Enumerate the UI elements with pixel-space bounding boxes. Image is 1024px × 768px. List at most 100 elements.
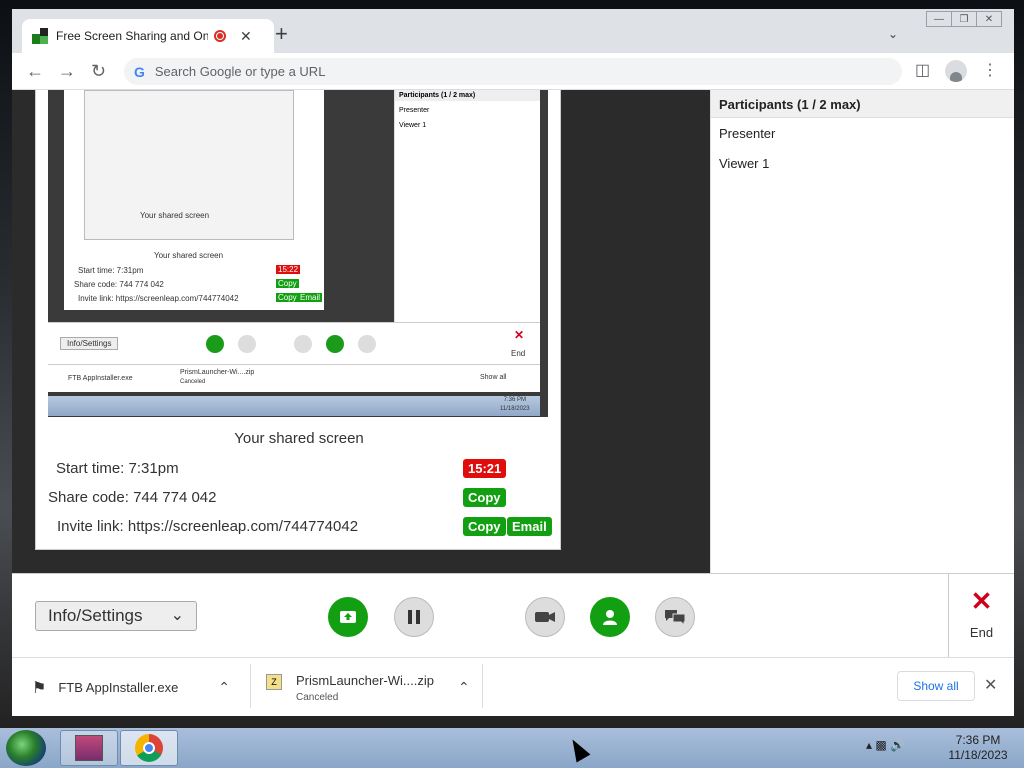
upload-screen-icon xyxy=(340,611,356,623)
preview-download-2: PrismLauncher-Wi....zip xyxy=(180,369,255,376)
download-separator xyxy=(250,664,251,708)
download-status: Canceled xyxy=(296,691,339,703)
ftb-app-icon: ⚑ xyxy=(32,679,47,697)
preview-participant-viewer: Viewer 1 xyxy=(399,122,427,129)
preview-share-icon xyxy=(206,335,224,353)
chat-bubbles-icon xyxy=(665,610,686,626)
reload-icon[interactable]: ↻ xyxy=(91,61,106,82)
email-invite-link-button[interactable]: Email xyxy=(507,517,552,536)
preview-pause-icon xyxy=(238,335,256,353)
taskbar-clock[interactable]: 7:36 PM 11/18/2023 xyxy=(936,733,1020,763)
preview-inner-label: Your shared screen xyxy=(140,211,210,220)
preview-start-time: Start time: 7:31pm xyxy=(78,266,144,275)
participants-header: Participants (1 / 2 max) xyxy=(711,90,1014,118)
preview-invite: Invite link: https://screenleap.com/7447… xyxy=(78,294,239,303)
clock-time: 7:36 PM xyxy=(955,733,1001,747)
zip-file-icon: Z xyxy=(266,673,282,690)
preview-taskbar: 7:36 PM 11/18/2023 xyxy=(48,396,540,416)
preview-info-settings: Info/Settings xyxy=(60,337,119,350)
share-screen-button[interactable] xyxy=(328,597,368,637)
taskbar-winrar-button[interactable] xyxy=(60,730,118,766)
invite-link-label: Invite link: xyxy=(57,518,124,535)
preview-copy-button-2: Copy xyxy=(276,293,299,302)
chevron-up-icon[interactable]: ⌃ xyxy=(218,679,230,696)
info-settings-label: Info/Settings xyxy=(48,606,143,625)
downloads-bar: ⚑ FTB AppInstaller.exe ⌃ Z PrismLauncher… xyxy=(12,657,1014,716)
preview-nested-window: Your shared screen Your shared screen St… xyxy=(64,90,324,310)
download-item-ftb[interactable]: ⚑ FTB AppInstaller.exe ⌃ xyxy=(32,658,230,716)
recording-indicator-icon xyxy=(214,30,226,42)
system-tray-icons[interactable]: ▴ ▩ 🔊 xyxy=(866,738,905,752)
copy-share-code-button[interactable]: Copy xyxy=(463,488,506,507)
chat-button[interactable] xyxy=(655,597,695,637)
preview-download-2-status: Canceled xyxy=(180,379,206,385)
browser-toolbar: ← → ↻ G Search Google or type a URL ◫ ⋮ xyxy=(12,53,1014,90)
close-window-button[interactable]: ✕ xyxy=(976,11,1002,27)
recursive-screen-preview: Your shared screen Your shared screen St… xyxy=(48,90,548,417)
preview-participants-panel: Participants (1 / 2 max) Presenter Viewe… xyxy=(394,90,540,322)
shared-screen-label: Your shared screen xyxy=(234,430,364,447)
tab-search-chevron-icon[interactable]: ⌄ xyxy=(888,27,898,41)
restore-button[interactable]: ❐ xyxy=(951,11,977,27)
preview-end-label: End xyxy=(511,349,526,358)
minimize-button[interactable]: — xyxy=(926,11,952,27)
clock-date: 11/18/2023 xyxy=(948,748,1008,762)
share-code-label: Share code: xyxy=(48,489,129,506)
winrar-icon xyxy=(75,735,103,761)
new-tab-button[interactable]: + xyxy=(275,23,288,45)
tab-close-icon[interactable]: ✕ xyxy=(240,28,252,45)
preview-control-bar: Info/Settings ✕ End xyxy=(48,322,540,364)
close-downloads-icon[interactable]: ✕ xyxy=(984,675,997,695)
screenleap-favicon-icon xyxy=(32,28,48,44)
profile-avatar[interactable] xyxy=(945,60,967,82)
side-panel-icon[interactable]: ◫ xyxy=(915,60,930,80)
omnibox[interactable]: G Search Google or type a URL xyxy=(124,58,902,85)
forward-icon[interactable]: → xyxy=(58,61,76,82)
info-settings-dropdown[interactable]: Info/Settings ⌄ xyxy=(35,601,197,631)
end-close-icon: ✕ xyxy=(970,586,993,616)
session-timer-badge: 15:21 xyxy=(463,459,507,478)
show-all-button[interactable]: Show all xyxy=(897,671,975,701)
download-name: PrismLauncher-Wi....zip xyxy=(296,672,434,688)
invite-link-row: Invite link: https://screenleap.com/7447… xyxy=(57,518,358,535)
copy-invite-link-button[interactable]: Copy xyxy=(463,517,506,536)
windows-taskbar: ▴ ▩ 🔊 7:36 PM 11/18/2023 xyxy=(0,728,1024,768)
tab-screenleap[interactable]: Free Screen Sharing and Online Meetings … xyxy=(22,19,274,53)
start-button[interactable] xyxy=(6,730,46,766)
preview-participant-icon xyxy=(326,335,344,353)
session-control-bar: Info/Settings ⌄ ✕ End xyxy=(12,573,1014,658)
browser-window: Free Screen Sharing and Online Meetings … xyxy=(12,9,1014,716)
camera-button[interactable] xyxy=(525,597,565,637)
pause-icon xyxy=(408,610,420,624)
invite-link-value: https://screenleap.com/744774042 xyxy=(127,518,359,535)
video-camera-icon xyxy=(535,612,555,622)
preview-email-button: Email xyxy=(298,293,323,302)
shared-screen-card: Your shared screen Your shared screen St… xyxy=(35,90,561,550)
window-controls: — ❐ ✕ xyxy=(926,11,1002,27)
preview-participant-presenter: Presenter xyxy=(399,107,430,114)
preview-chat-icon xyxy=(358,335,376,353)
preview-show-all: Show all xyxy=(480,374,507,381)
tab-title: Free Screen Sharing and Online Meetings xyxy=(56,29,208,43)
preview-share-code: Share code: 744 774 042 xyxy=(74,280,164,289)
person-icon xyxy=(603,610,617,625)
pause-button[interactable] xyxy=(394,597,434,637)
preview-download-bar: FTB AppInstaller.exe PrismLauncher-Wi...… xyxy=(48,364,540,392)
taskbar-chrome-button[interactable] xyxy=(120,730,178,766)
page-content: Your shared screen Your shared screen St… xyxy=(12,90,1014,716)
preview-copy-button: Copy xyxy=(276,279,299,288)
download-item-prism[interactable]: Z PrismLauncher-Wi....zip Canceled ⌃ xyxy=(266,658,470,716)
start-time-value: 7:31pm xyxy=(128,460,179,477)
participants-button[interactable] xyxy=(590,597,630,637)
preview-inner-window: Your shared screen xyxy=(84,90,294,240)
chevron-up-icon[interactable]: ⌃ xyxy=(458,679,470,696)
share-code-value: 744 774 042 xyxy=(133,489,217,506)
preview-shared-label: Your shared screen xyxy=(154,251,224,260)
preview-clock: 7:36 PM 11/18/2023 xyxy=(500,397,530,412)
preview-camera-icon xyxy=(294,335,312,353)
menu-kebab-icon[interactable]: ⋮ xyxy=(982,60,998,80)
end-session-button[interactable]: ✕ End xyxy=(948,574,1014,658)
back-icon[interactable]: ← xyxy=(26,61,44,82)
google-icon: G xyxy=(134,63,145,80)
preview-end-icon: ✕ xyxy=(514,328,525,342)
